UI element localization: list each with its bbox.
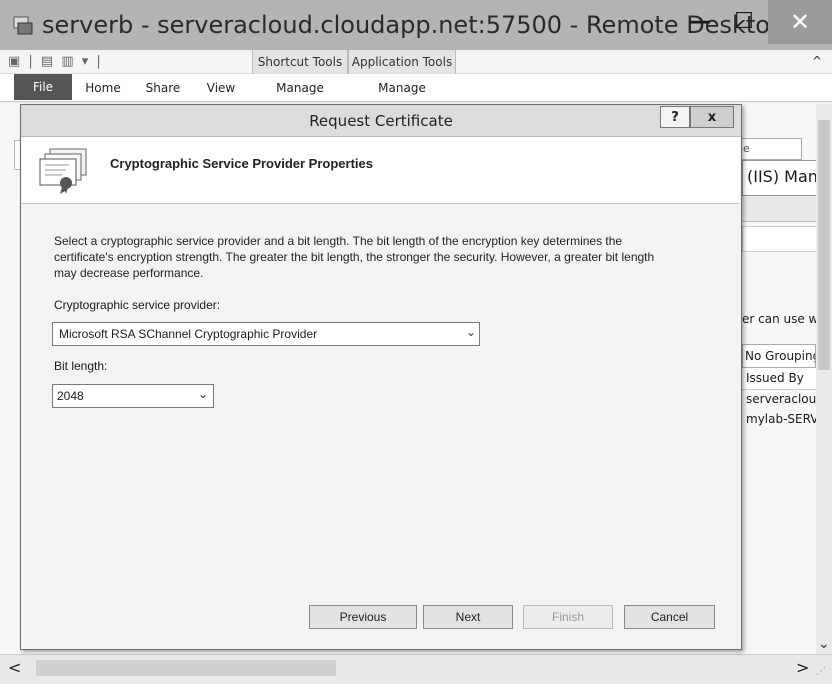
- csp-dropdown[interactable]: Microsoft RSA SChannel Cryptographic Pro…: [52, 322, 480, 346]
- next-button[interactable]: Next: [423, 605, 513, 629]
- bit-length-dropdown[interactable]: 2048: [52, 384, 214, 408]
- dialog-heading: Cryptographic Service Provider Propertie…: [110, 156, 373, 171]
- close-icon: ✕: [789, 8, 811, 36]
- maximize-button[interactable]: ☐: [724, 0, 764, 42]
- tab-home[interactable]: Home: [78, 74, 128, 102]
- dialog-close-button[interactable]: x: [690, 106, 734, 128]
- bit-length-label: Bit length:: [54, 359, 108, 373]
- close-window-button[interactable]: ✕: [768, 0, 832, 44]
- background-table-row[interactable]: serveracloud: [746, 392, 816, 406]
- background-column-header-issued-by[interactable]: Issued By: [742, 368, 816, 390]
- tab-share[interactable]: Share: [136, 74, 190, 102]
- scroll-left-icon[interactable]: <: [8, 658, 21, 677]
- dialog-description: Select a cryptographic service provider …: [54, 234, 655, 280]
- minimize-icon: —: [689, 8, 711, 34]
- tab-file[interactable]: File: [14, 74, 72, 100]
- background-table-row[interactable]: mylab-SERV: [746, 412, 816, 426]
- previous-button[interactable]: Previous: [309, 605, 417, 629]
- quick-access-icons[interactable]: ▣ | ▤ ▥ ▾ |: [8, 54, 103, 69]
- scroll-down-icon[interactable]: ⌄: [818, 636, 830, 652]
- contextual-group-shortcut-tools: Shortcut Tools: [252, 50, 348, 74]
- resize-grip-icon[interactable]: ⋰: [816, 666, 826, 677]
- chevron-down-icon[interactable]: ⌄: [198, 387, 208, 401]
- background-iis-band: [742, 196, 820, 222]
- background-description-text: er can use w: [742, 312, 819, 326]
- background-search-input[interactable]: e: [740, 138, 802, 160]
- ribbon-expand-icon[interactable]: ^: [812, 54, 822, 68]
- background-grouping-dropdown[interactable]: No Grouping: [742, 344, 816, 368]
- contextual-group-application-tools: Application Tools: [348, 50, 456, 74]
- chevron-down-icon[interactable]: ⌄: [466, 325, 476, 339]
- tab-view[interactable]: View: [196, 74, 246, 102]
- finish-button[interactable]: Finish: [523, 605, 613, 629]
- background-panel: [742, 226, 820, 252]
- maximize-icon: ☐: [734, 8, 754, 34]
- background-iis-title: (IIS) Mana: [742, 160, 820, 196]
- help-icon: ?: [671, 109, 679, 125]
- cancel-button[interactable]: Cancel: [624, 605, 715, 629]
- help-button[interactable]: ?: [660, 106, 690, 128]
- horizontal-scrollbar-thumb[interactable]: [36, 660, 336, 676]
- dialog-title: Request Certificate: [309, 112, 453, 130]
- minimize-button[interactable]: —: [680, 0, 720, 42]
- tab-manage-shortcut[interactable]: Manage: [252, 74, 348, 102]
- vertical-scrollbar-thumb[interactable]: [818, 120, 830, 370]
- scroll-right-icon[interactable]: >: [796, 658, 809, 677]
- csp-label: Cryptographic service provider:: [54, 298, 221, 312]
- remote-desktop-icon: [13, 16, 33, 35]
- close-icon: x: [707, 109, 717, 125]
- certificate-icon: [39, 148, 87, 194]
- tab-manage-application[interactable]: Manage: [348, 74, 456, 102]
